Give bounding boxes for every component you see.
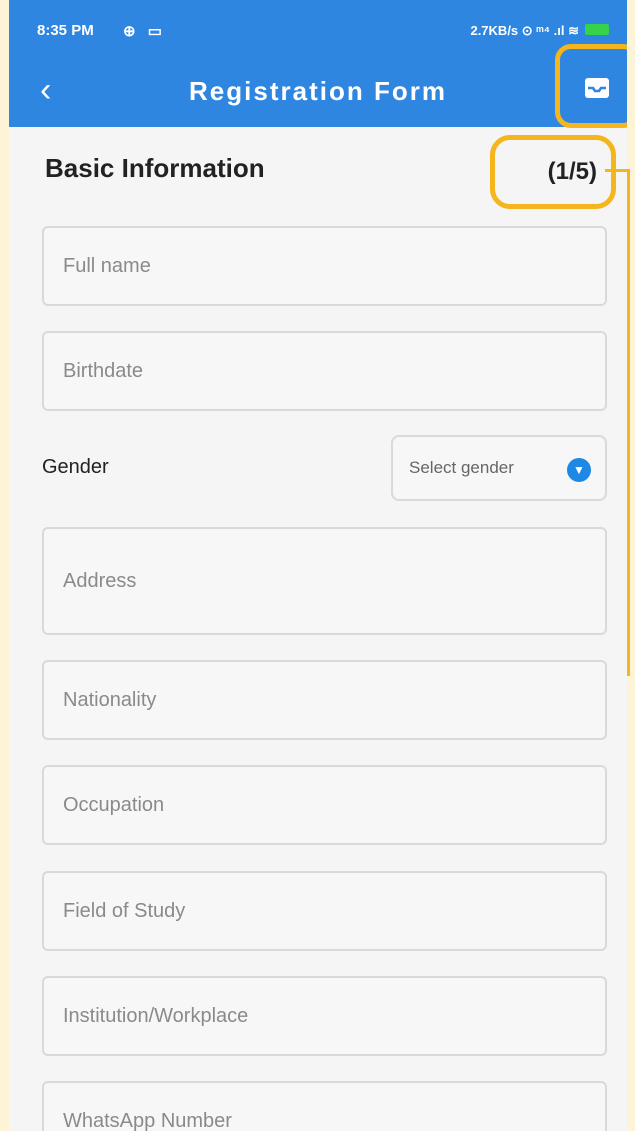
institution-field[interactable]: Institution/Workplace xyxy=(42,976,607,1056)
address-placeholder: Address xyxy=(63,569,137,592)
callout-line xyxy=(627,171,630,676)
app-bar: ‹ Registration Form xyxy=(9,44,627,128)
gender-placeholder: Select gender xyxy=(409,458,514,477)
full-name-placeholder: Full name xyxy=(63,254,151,277)
section-title: Basic Information xyxy=(45,153,265,183)
birthdate-field[interactable]: Birthdate xyxy=(42,331,607,411)
screen: 8:35 PM ⊕ ▭ 2.7KB/s ⊙ ᵐ⁴ .ıl ≋ ‹ Registr… xyxy=(9,0,627,1131)
gender-label: Gender xyxy=(42,456,109,478)
whatsapp-field[interactable]: WhatsApp Number xyxy=(42,1081,607,1131)
step-text: (1/5) xyxy=(547,158,597,185)
full-name-field[interactable]: Full name xyxy=(42,226,607,306)
network-speed: 2.7KB/s ⊙ ᵐ⁴ .ıl ≋ xyxy=(470,23,579,38)
institution-placeholder: Institution/Workplace xyxy=(63,1004,249,1027)
battery-icon xyxy=(585,24,609,35)
whatsapp-placeholder: WhatsApp Number xyxy=(63,1109,232,1131)
occupation-field[interactable]: Occupation xyxy=(42,765,607,845)
gender-select[interactable]: Select gender ▼ xyxy=(391,435,607,501)
birthdate-placeholder: Birthdate xyxy=(63,359,144,382)
inbox-icon xyxy=(585,78,609,98)
field-of-study-placeholder: Field of Study xyxy=(63,899,186,922)
occupation-placeholder: Occupation xyxy=(63,793,165,816)
page-title: Registration Form xyxy=(189,76,447,106)
status-notification-icons: ⊕ ▭ xyxy=(123,23,166,40)
status-time: 8:35 PM xyxy=(37,22,94,39)
field-of-study-field[interactable]: Field of Study xyxy=(42,871,607,951)
status-bar: 8:35 PM ⊕ ▭ 2.7KB/s ⊙ ᵐ⁴ .ıl ≋ xyxy=(9,0,627,56)
address-field[interactable]: Address xyxy=(42,527,607,635)
nationality-placeholder: Nationality xyxy=(63,688,157,711)
step-indicator: (1/5) xyxy=(490,135,616,209)
inbox-button[interactable] xyxy=(555,44,627,128)
nationality-field[interactable]: Nationality xyxy=(42,660,607,740)
chevron-down-icon: ▼ xyxy=(567,458,591,482)
